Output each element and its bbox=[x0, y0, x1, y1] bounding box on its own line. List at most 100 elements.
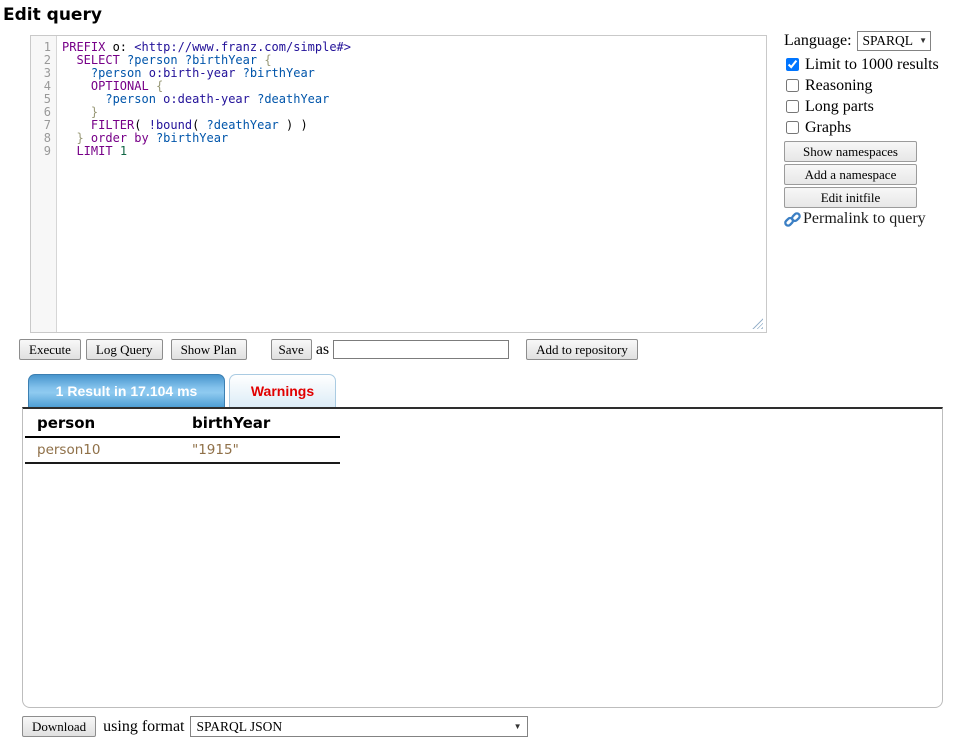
code-token: ?person bbox=[127, 53, 178, 67]
show-plan-button[interactable]: Show Plan bbox=[171, 339, 247, 360]
chevron-down-icon: ▼ bbox=[514, 723, 522, 731]
code-token: ?birthYear bbox=[185, 53, 257, 67]
code-token: FILTER bbox=[91, 118, 134, 132]
code-line: ?person o:death-year ?deathYear bbox=[62, 93, 766, 106]
code-token: OPTIONAL bbox=[91, 79, 149, 93]
line-number-gutter: 123456789 bbox=[31, 36, 57, 332]
code-token: <http://www.franz.com/simple#> bbox=[134, 40, 351, 54]
code-token bbox=[149, 79, 156, 93]
code-token: PREFIX bbox=[62, 40, 105, 54]
code-token: ?person bbox=[91, 66, 142, 80]
code-token bbox=[62, 118, 91, 132]
code-token bbox=[62, 105, 91, 119]
table-row: person10"1915" bbox=[25, 437, 340, 463]
code-token: SELECT bbox=[76, 53, 119, 67]
result-cell[interactable]: person10 bbox=[25, 437, 180, 463]
code-token: o:death-year bbox=[163, 92, 250, 106]
code-token bbox=[235, 66, 242, 80]
checkbox-row-limit-to-1000-results: Limit to 1000 results bbox=[784, 54, 972, 75]
add-to-repository-button[interactable]: Add to repository bbox=[526, 339, 638, 360]
code-token: o: bbox=[105, 40, 134, 54]
execute-button[interactable]: Execute bbox=[19, 339, 81, 360]
code-token bbox=[84, 131, 91, 145]
show-namespaces-button[interactable]: Show namespaces bbox=[784, 141, 917, 162]
checkbox-label: Long parts bbox=[805, 98, 874, 116]
download-bar: Download using format SPARQL JSON ▼ bbox=[22, 716, 528, 737]
download-button[interactable]: Download bbox=[22, 716, 96, 737]
code-token: ( bbox=[192, 118, 206, 132]
page-title: Edit query bbox=[3, 5, 102, 25]
permalink-link[interactable]: Permalink to query bbox=[784, 210, 972, 228]
code-token bbox=[62, 79, 91, 93]
code-token bbox=[62, 66, 91, 80]
format-value: SPARQL JSON bbox=[197, 719, 283, 735]
code-token: ?deathYear bbox=[207, 118, 279, 132]
code-token bbox=[62, 144, 76, 158]
code-token: LIMIT bbox=[76, 144, 112, 158]
save-name-input[interactable] bbox=[333, 340, 509, 359]
code-token: } bbox=[91, 105, 98, 119]
tab-1-result-in-17-104-ms[interactable]: 1 Result in 17.104 ms bbox=[28, 374, 225, 407]
page: Edit query 123456789 PREFIX o: <http://w… bbox=[0, 0, 972, 748]
table-header-row: personbirthYear bbox=[25, 410, 340, 437]
edit-initfile-button[interactable]: Edit initfile bbox=[784, 187, 917, 208]
code-token: !bound bbox=[149, 118, 192, 132]
code-token bbox=[113, 144, 120, 158]
save-button[interactable]: Save bbox=[271, 339, 312, 360]
code-token: o:birth-year bbox=[149, 66, 236, 80]
code-token: ?person bbox=[105, 92, 156, 106]
language-select[interactable]: SPARQL ▼ bbox=[857, 31, 931, 51]
checkbox-label: Reasoning bbox=[805, 77, 873, 95]
action-bar: Execute Log Query Show Plan Save as Add … bbox=[19, 339, 638, 360]
code-token: ( bbox=[134, 118, 148, 132]
checkbox-row-long-parts: Long parts bbox=[784, 96, 972, 117]
code-token: order by bbox=[91, 131, 149, 145]
column-header-birthyear: birthYear bbox=[180, 410, 340, 437]
checkbox-label: Limit to 1000 results bbox=[805, 56, 939, 74]
code-line: ?person o:birth-year ?birthYear bbox=[62, 67, 766, 80]
language-label: Language: bbox=[784, 32, 852, 50]
results-tabs: 1 Result in 17.104 msWarnings bbox=[28, 374, 336, 407]
chevron-down-icon: ▼ bbox=[919, 37, 927, 45]
code-token: { bbox=[264, 53, 271, 67]
permalink-label: Permalink to query bbox=[803, 210, 926, 228]
checkbox-label: Graphs bbox=[805, 119, 851, 137]
code-area[interactable]: PREFIX o: <http://www.franz.com/simple#>… bbox=[57, 36, 766, 332]
query-editor[interactable]: 123456789 PREFIX o: <http://www.franz.co… bbox=[30, 35, 767, 333]
table-body: person10"1915" bbox=[25, 437, 340, 463]
language-value: SPARQL bbox=[863, 33, 914, 49]
code-token: ?deathYear bbox=[257, 92, 329, 106]
results-table: personbirthYear person10"1915" bbox=[25, 410, 340, 464]
checkbox-long-parts[interactable] bbox=[786, 100, 799, 113]
code-token bbox=[149, 131, 156, 145]
code-token bbox=[120, 53, 127, 67]
code-token bbox=[62, 131, 76, 145]
checkbox-reasoning[interactable] bbox=[786, 79, 799, 92]
code-token: ?birthYear bbox=[156, 131, 228, 145]
code-line: } order by ?birthYear bbox=[62, 132, 766, 145]
option-checkbox-group: Limit to 1000 results Reasoning Long parts… bbox=[784, 54, 972, 138]
language-row: Language: SPARQL ▼ bbox=[784, 31, 972, 51]
results-panel: personbirthYear person10"1915" bbox=[22, 407, 943, 708]
format-select[interactable]: SPARQL JSON ▼ bbox=[190, 716, 528, 737]
tab-warnings[interactable]: Warnings bbox=[229, 374, 336, 407]
result-cell[interactable]: "1915" bbox=[180, 437, 340, 463]
namespace-button-group: Show namespacesAdd a namespaceEdit initf… bbox=[784, 141, 972, 208]
code-token bbox=[141, 66, 148, 80]
add-a-namespace-button[interactable]: Add a namespace bbox=[784, 164, 917, 185]
code-token: ?birthYear bbox=[243, 66, 315, 80]
code-token: ) ) bbox=[279, 118, 308, 132]
column-header-person: person bbox=[25, 410, 180, 437]
line-number: 9 bbox=[31, 145, 51, 158]
code-line: LIMIT 1 bbox=[62, 145, 766, 158]
checkbox-row-reasoning: Reasoning bbox=[784, 75, 972, 96]
checkbox-graphs[interactable] bbox=[786, 121, 799, 134]
code-token: { bbox=[156, 79, 163, 93]
save-as-label: as bbox=[316, 341, 329, 359]
checkbox-limit-to-1000-results[interactable] bbox=[786, 58, 799, 71]
link-icon bbox=[784, 211, 801, 228]
code-token bbox=[62, 92, 105, 106]
log-query-button[interactable]: Log Query bbox=[86, 339, 163, 360]
query-options-panel: Language: SPARQL ▼ Limit to 1000 results… bbox=[784, 31, 972, 228]
format-label: using format bbox=[103, 718, 184, 736]
